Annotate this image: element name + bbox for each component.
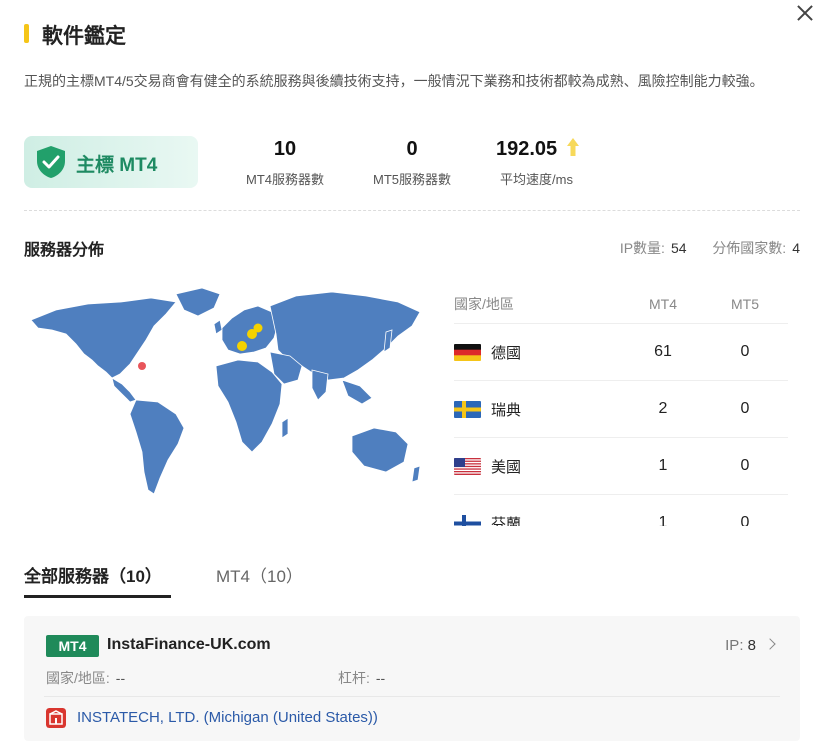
map-southeast-asia — [341, 379, 373, 405]
distribution-title: 服務器分佈 — [24, 242, 105, 259]
map-greenland — [175, 287, 221, 317]
map-north-america — [30, 297, 177, 379]
map-australia — [351, 427, 409, 473]
chevron-right-icon[interactable] — [764, 638, 776, 650]
country-value: -- — [115, 670, 126, 686]
country-name: 德國 — [491, 344, 522, 362]
active-tab-indicator — [24, 595, 171, 598]
table-row: 瑞典 2 0 — [454, 381, 788, 438]
table-row: 美國 1 0 — [454, 438, 788, 495]
usa-flag-icon — [454, 457, 481, 475]
stat-label: 平均速度/ms — [500, 172, 573, 187]
company-logo-icon — [46, 708, 66, 728]
map-india — [311, 369, 329, 401]
sweden-flag-icon — [454, 400, 481, 418]
germany-flag-icon — [454, 343, 481, 361]
ip-count-label: IP數量: — [619, 240, 665, 256]
country-count-value: 4 — [792, 240, 800, 256]
modal-title: 軟件鑑定 — [42, 25, 126, 48]
server-country: 國家/地區: -- — [46, 668, 125, 688]
leverage-label: 杠杆: — [338, 670, 370, 686]
main-label-badge: 主標 MT4 — [24, 136, 198, 188]
country-name: 瑞典 — [491, 401, 522, 419]
card-divider — [44, 696, 780, 697]
tab-mt4[interactable]: MT4（10） — [216, 562, 303, 587]
table-row: 芬蘭 1 0 — [454, 495, 788, 526]
country-name: 美國 — [491, 458, 522, 476]
server-ip-count[interactable]: IP: 8 — [725, 637, 756, 654]
country-count-label: 分佈國家數: — [712, 240, 787, 256]
platform-tag: MT4 — [46, 635, 99, 657]
mt4-count: 61 — [654, 343, 672, 360]
country-name: 芬蘭 — [491, 515, 522, 527]
close-icon[interactable] — [794, 2, 816, 24]
ip-label: IP: — [725, 637, 744, 654]
server-card[interactable]: MT4 InstaFinance-UK.com IP: 8 國家/地區: -- 杠… — [24, 616, 800, 741]
mt5-count: 0 — [740, 457, 750, 474]
map-central-america — [111, 377, 137, 403]
server-leverage: 杠杆: -- — [338, 668, 385, 688]
country-table: 國家/地區 MT4 MT5 德國 61 0 瑞典 2 0 美國 1 0 芬蘭 1… — [454, 284, 788, 526]
distribution-summary: IP數量: 54 分佈國家數: 4 — [620, 238, 800, 258]
stat-label: MT5服務器數 — [372, 172, 451, 187]
stat-mt5-servers: 0 MT5服務器數 — [366, 138, 458, 188]
stat-mt4-servers: 10 MT4服務器數 — [240, 138, 330, 188]
server-tabs: 全部服務器（10） MT4（10） — [24, 562, 800, 598]
map-africa — [215, 359, 283, 453]
title-accent-bar — [24, 24, 29, 43]
badge-label: 主標 MT4 — [76, 155, 158, 176]
header-mt4: MT4 — [649, 295, 677, 312]
stat-label: MT4服務器數 — [245, 172, 324, 187]
mt5-count: 0 — [740, 514, 750, 526]
map-south-america — [129, 399, 185, 495]
map-marker-finland — [253, 323, 263, 333]
section-divider — [24, 210, 800, 211]
world-map — [30, 287, 421, 495]
modal-description: 正規的主標MT4/5交易商會有健全的系統服務與後續技術支持，一般情況下業務和技術… — [24, 73, 764, 89]
ip-value: 8 — [747, 637, 756, 654]
map-marker-usa — [138, 362, 146, 370]
company-link[interactable]: INSTATECH, LTD. (Michigan (United States… — [77, 709, 378, 726]
country-label: 國家/地區: — [46, 670, 110, 686]
map-uk — [213, 319, 223, 335]
arrow-up-icon — [567, 138, 579, 156]
ip-count-value: 54 — [670, 240, 687, 256]
table-row: 德國 61 0 — [454, 324, 788, 381]
server-name: InstaFinance-UK.com — [107, 636, 271, 653]
mt5-count: 0 — [740, 400, 750, 417]
finland-flag-icon — [454, 514, 481, 526]
stat-value: 10 — [273, 138, 297, 160]
mt4-count: 1 — [658, 457, 668, 474]
shield-check-icon — [37, 146, 65, 178]
country-table-header: 國家/地區 MT4 MT5 — [454, 284, 788, 324]
stat-value: 0 — [406, 138, 418, 160]
tab-all-servers[interactable]: 全部服務器（10） — [24, 562, 162, 587]
leverage-value: -- — [375, 670, 386, 686]
map-marker-germany — [237, 341, 247, 351]
map-new-zealand — [411, 465, 421, 483]
mt4-count: 2 — [658, 400, 668, 417]
mt5-count: 0 — [740, 343, 750, 360]
mt4-count: 1 — [658, 514, 668, 526]
header-country: 國家/地區 — [454, 295, 514, 312]
map-madagascar — [281, 417, 289, 439]
header-mt5: MT5 — [731, 295, 759, 312]
